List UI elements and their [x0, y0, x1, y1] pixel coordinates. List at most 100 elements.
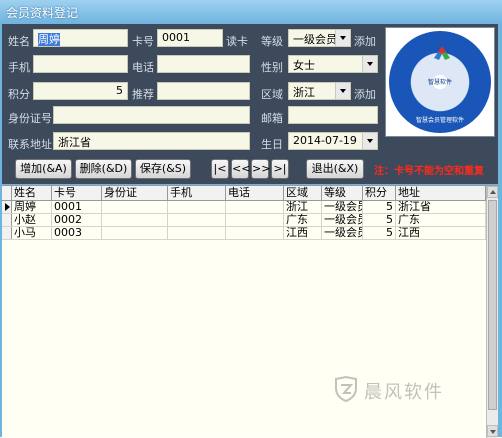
- cell-name[interactable]: 小赵: [12, 214, 52, 226]
- card-input[interactable]: 0001: [157, 29, 223, 47]
- scroll-up-icon[interactable]: [487, 186, 498, 198]
- name-value: 周婷: [38, 33, 60, 46]
- cell-id[interactable]: [102, 227, 168, 239]
- row-indicator: [2, 201, 12, 213]
- region-value: 浙江: [293, 86, 315, 99]
- exit-button[interactable]: 退出(&X): [306, 159, 364, 179]
- level-select[interactable]: 一级会员: [288, 29, 351, 47]
- col-points[interactable]: 积分: [363, 186, 396, 201]
- app-window: 会员资料登记 姓名 周婷 卡号 0001 读卡 等级 一级会员 添加 手机 电话…: [0, 0, 502, 438]
- add-level-button[interactable]: 添加: [354, 33, 376, 49]
- cell-card[interactable]: 0002: [52, 214, 102, 226]
- cell-region[interactable]: 广东: [284, 214, 322, 226]
- title-bar: 会员资料登记: [0, 0, 502, 24]
- cell-level[interactable]: 一级会员: [322, 201, 363, 213]
- cell-card[interactable]: 0003: [52, 227, 102, 239]
- phone-label: 手机: [8, 61, 30, 74]
- col-address[interactable]: 地址: [396, 186, 486, 201]
- gender-select[interactable]: 女士: [288, 55, 378, 73]
- region-select[interactable]: 浙江: [288, 82, 351, 100]
- points-input[interactable]: 5: [33, 82, 128, 100]
- referrer-input[interactable]: [157, 82, 250, 100]
- col-phone[interactable]: 电话: [226, 186, 284, 201]
- cell-id[interactable]: [102, 201, 168, 213]
- row-indicator: [2, 214, 12, 226]
- address-input[interactable]: 浙江省: [53, 132, 250, 150]
- delete-button[interactable]: 删除(&D): [75, 159, 132, 179]
- cell-points[interactable]: 5: [363, 227, 396, 239]
- id-number-label: 身份证号: [8, 112, 52, 125]
- table-row[interactable]: 小马 0003 江西 一级会员 5 江西: [2, 227, 486, 240]
- save-button[interactable]: 保存(&S): [135, 159, 191, 179]
- cell-id[interactable]: [102, 214, 168, 226]
- read-card-button[interactable]: 读卡: [226, 33, 248, 49]
- brand-logo-icon: [434, 46, 450, 60]
- member-photo[interactable]: 智慧软件 智慧会员管理软件: [385, 27, 495, 137]
- col-mobile[interactable]: 手机: [168, 186, 226, 201]
- member-form: 姓名 周婷 卡号 0001 读卡 等级 一级会员 添加 手机 电话 性别 女士 …: [2, 24, 498, 184]
- birthday-label: 生日: [261, 138, 283, 151]
- id-number-input[interactable]: [53, 106, 250, 124]
- cell-points[interactable]: 5: [363, 201, 396, 213]
- region-label: 区域: [261, 88, 283, 101]
- cell-region[interactable]: 江西: [284, 227, 322, 239]
- cell-address[interactable]: 广东: [396, 214, 486, 226]
- col-level[interactable]: 等级: [322, 186, 363, 201]
- cell-level[interactable]: 一级会员: [322, 214, 363, 226]
- address-label: 联系地址: [8, 138, 52, 151]
- add-region-button[interactable]: 添加: [354, 86, 376, 102]
- col-card[interactable]: 卡号: [52, 186, 102, 201]
- cell-points[interactable]: 5: [363, 214, 396, 226]
- cell-address[interactable]: 浙江省: [396, 201, 486, 213]
- next-record-button[interactable]: >>: [251, 159, 270, 179]
- cell-name[interactable]: 周婷: [12, 201, 52, 213]
- cell-card[interactable]: 0001: [52, 201, 102, 213]
- last-record-button[interactable]: >|: [271, 159, 289, 179]
- cell-phone[interactable]: [226, 227, 284, 239]
- chevron-down-icon[interactable]: [362, 56, 377, 72]
- prev-record-button[interactable]: <<: [231, 159, 250, 179]
- cell-mobile[interactable]: [168, 227, 226, 239]
- add-button[interactable]: 增加(&A): [15, 159, 72, 179]
- email-input[interactable]: [288, 106, 378, 124]
- cell-phone[interactable]: [226, 214, 284, 226]
- gender-label: 性别: [261, 61, 283, 74]
- chevron-down-icon[interactable]: [362, 133, 377, 149]
- disc-title: 智慧会员管理软件: [415, 117, 464, 124]
- col-region[interactable]: 区域: [284, 186, 322, 201]
- row-indicator: [2, 227, 12, 239]
- name-input[interactable]: 周婷: [33, 29, 128, 47]
- cell-mobile[interactable]: [168, 214, 226, 226]
- gender-value: 女士: [293, 59, 315, 72]
- cell-address[interactable]: 江西: [396, 227, 486, 239]
- email-label: 邮箱: [261, 112, 283, 125]
- table-row[interactable]: 小赵 0002 广东 一级会员 5 广东: [2, 214, 486, 227]
- cell-phone[interactable]: [226, 201, 284, 213]
- cell-name[interactable]: 小马: [12, 227, 52, 239]
- scroll-down-icon[interactable]: [487, 425, 498, 437]
- col-name[interactable]: 姓名: [12, 186, 52, 201]
- watermark: 晨风软件: [334, 374, 500, 414]
- first-record-button[interactable]: |<: [211, 159, 229, 179]
- software-disc-image: 智慧软件 智慧会员管理软件: [389, 31, 491, 133]
- cell-mobile[interactable]: [168, 201, 226, 213]
- phone-input[interactable]: [33, 55, 128, 73]
- referrer-label: 推荐: [132, 88, 154, 101]
- tel-input[interactable]: [157, 55, 250, 73]
- table-row[interactable]: 周婷 0001 浙江 一级会员 5 浙江省: [2, 201, 486, 214]
- chevron-down-icon[interactable]: [335, 30, 350, 46]
- col-id[interactable]: 身份证: [102, 186, 168, 201]
- tel-label: 电话: [132, 61, 154, 74]
- name-label: 姓名: [8, 35, 30, 48]
- card-warning-text: 注：卡号不能为空和重复: [374, 166, 484, 177]
- watermark-logo-icon: [335, 376, 357, 402]
- watermark-text: 晨风软件: [364, 382, 444, 403]
- card-label: 卡号: [132, 35, 154, 48]
- birthday-picker[interactable]: 2014-07-19: [288, 132, 378, 150]
- cell-region[interactable]: 浙江: [284, 201, 322, 213]
- header-indicator: [2, 186, 12, 201]
- level-value: 一级会员: [293, 33, 337, 46]
- current-row-pointer-icon: [5, 203, 10, 211]
- chevron-down-icon[interactable]: [335, 83, 350, 99]
- cell-level[interactable]: 一级会员: [322, 227, 363, 239]
